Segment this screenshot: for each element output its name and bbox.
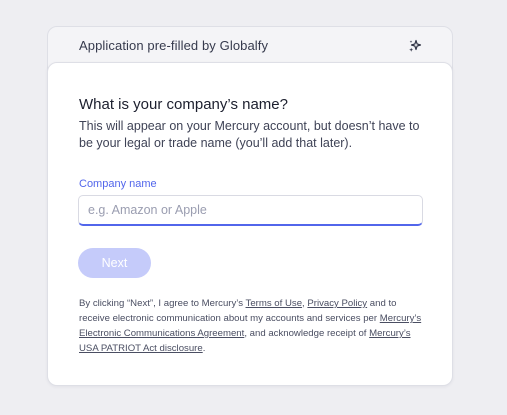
- page-description: This will appear on your Mercury account…: [79, 119, 420, 150]
- terms-of-use-link[interactable]: Terms of Use: [246, 298, 303, 309]
- next-button[interactable]: Next: [78, 248, 151, 278]
- application-card-stack: Application pre-filled by Globalfy What …: [47, 26, 453, 386]
- legal-text-4: , and acknowledge receipt of: [244, 328, 370, 339]
- prefill-banner-text: Application pre-filled by Globalfy: [79, 38, 269, 53]
- company-name-form-card: What is your company’s name? This will a…: [47, 62, 453, 386]
- company-name-input[interactable]: [78, 195, 423, 226]
- company-name-label: Company name: [79, 178, 157, 190]
- privacy-policy-link[interactable]: Privacy Policy: [307, 298, 367, 309]
- legal-disclaimer: By clicking “Next”, I agree to Mercury’s…: [79, 296, 429, 356]
- legal-text-1: By clicking “Next”, I agree to Mercury’s: [79, 298, 246, 309]
- legal-text-5: .: [202, 343, 206, 354]
- sparkle-icon: [409, 39, 422, 52]
- page-title: What is your company’s name?: [79, 96, 288, 113]
